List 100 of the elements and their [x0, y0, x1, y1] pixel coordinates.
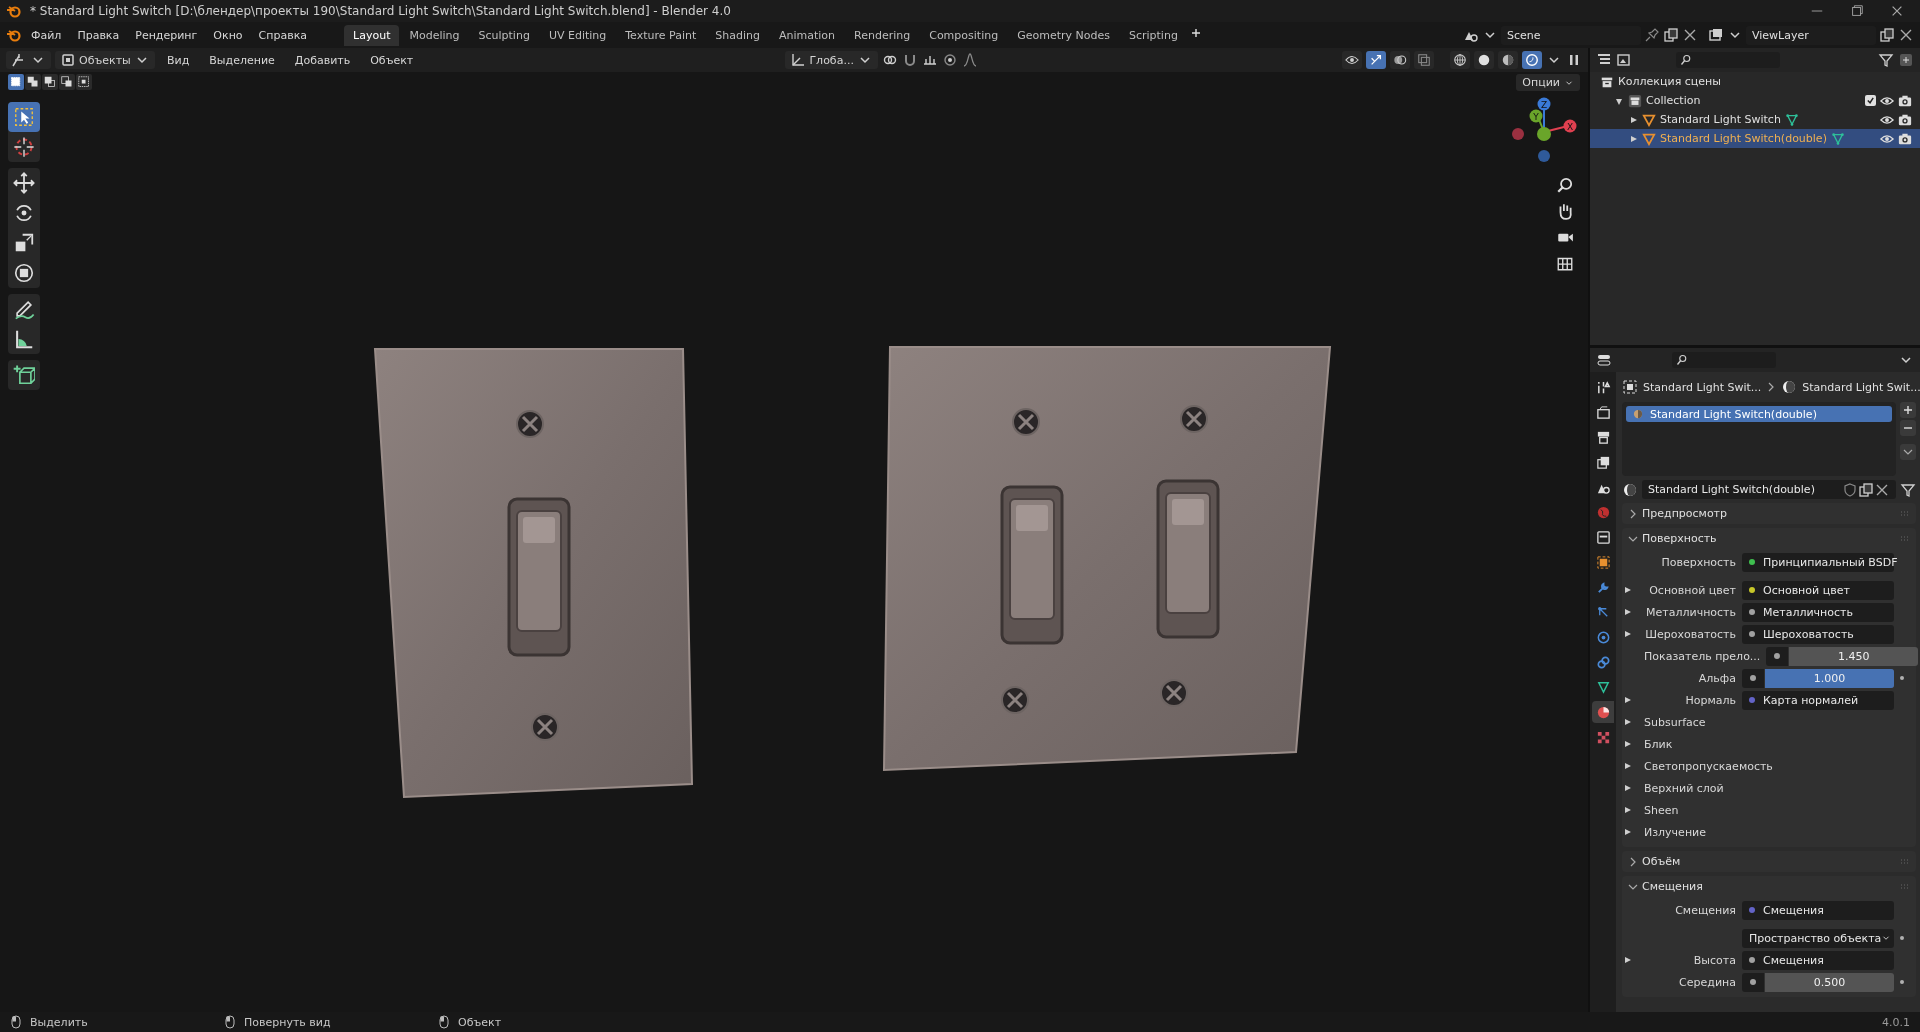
expand-arrow-icon[interactable] — [1622, 827, 1632, 837]
close-icon[interactable] — [1890, 4, 1904, 18]
overlay-toggle[interactable] — [1390, 51, 1410, 69]
search-field[interactable] — [1672, 352, 1776, 368]
panel-header[interactable]: Предпросмотр — [1622, 503, 1916, 524]
proportional-edit-icon[interactable] — [941, 52, 958, 68]
workspace-tab[interactable]: Animation — [769, 24, 845, 46]
menu-item[interactable]: Файл — [24, 25, 69, 45]
outliner-row[interactable]: Standard Light Switch — [1590, 110, 1920, 129]
subpanel-label[interactable]: Sheen — [1644, 803, 1916, 817]
menu-item[interactable]: Выделение — [201, 51, 283, 69]
selection-mode-button[interactable] — [42, 74, 58, 90]
camera-icon[interactable] — [1898, 93, 1912, 108]
socket-field[interactable]: Металличность — [1742, 602, 1894, 622]
falloff-curve-icon[interactable] — [961, 52, 978, 68]
expand-arrow-icon[interactable] — [1622, 955, 1632, 965]
link-type-icon[interactable] — [1900, 481, 1916, 498]
selection-mode-button[interactable] — [8, 74, 24, 90]
space-dropdown[interactable]: Пространство объекта — [1742, 928, 1894, 948]
close-icon[interactable] — [1898, 27, 1914, 43]
number-field[interactable]: 1.450 — [1789, 646, 1919, 666]
menu-item[interactable]: Рендеринг — [128, 25, 205, 45]
camera-icon[interactable] — [1898, 112, 1912, 127]
collapsed-arrow-icon[interactable] — [1628, 133, 1638, 144]
keyframe-dot[interactable] — [1900, 936, 1904, 940]
keyframe-dot[interactable] — [1900, 676, 1904, 680]
expand-arrow-icon[interactable] — [1622, 761, 1632, 771]
workspace-tab[interactable]: Scripting — [1119, 24, 1187, 46]
duplicate-icon[interactable] — [1879, 27, 1895, 43]
panel-header[interactable]: Объём — [1622, 851, 1916, 872]
keyframe-dot[interactable] — [1900, 980, 1904, 984]
shading-mode-button[interactable] — [1498, 51, 1518, 69]
socket-field[interactable]: Карта нормалей — [1742, 690, 1894, 710]
socket-field[interactable]: Основной цвет — [1742, 580, 1894, 600]
restore-icon[interactable] — [1850, 4, 1864, 18]
subpanel-label[interactable]: Subsurface — [1644, 715, 1916, 729]
subpanel-label[interactable]: Светопропускаемость — [1644, 759, 1916, 773]
socket-field[interactable]: Смещения — [1742, 900, 1894, 920]
navigation-gizmo-drawing[interactable]: X Y Z — [1508, 96, 1580, 168]
workspace-tab[interactable]: UV Editing — [539, 24, 616, 46]
editor-type-icon[interactable] — [1596, 352, 1612, 368]
panel-header[interactable]: Смещения — [1622, 876, 1916, 897]
workspace-tab[interactable]: Rendering — [845, 24, 920, 46]
expand-arrow-icon[interactable] — [1622, 805, 1632, 815]
material-browse-icon[interactable] — [1622, 481, 1638, 498]
options-dropdown[interactable]: Опции — [1516, 74, 1580, 91]
selection-mode-button[interactable] — [59, 74, 75, 90]
add-slot-button[interactable] — [1900, 402, 1916, 418]
mode-dropdown[interactable]: Объекты — [55, 51, 155, 69]
view-layer-icon[interactable] — [1708, 27, 1724, 43]
socket-field[interactable]: Смещения — [1742, 950, 1894, 970]
select-box-tool[interactable] — [8, 102, 40, 132]
menu-item[interactable]: Добавить — [286, 51, 359, 69]
filter-icon[interactable] — [1878, 52, 1894, 68]
menu-item[interactable]: Окно — [206, 25, 250, 45]
close-icon[interactable] — [1682, 27, 1698, 43]
workspace-tab[interactable]: Layout — [344, 24, 400, 46]
outliner-row[interactable]: Collection — [1590, 91, 1920, 110]
search-field[interactable] — [1676, 52, 1780, 68]
expand-arrow-icon[interactable] — [1622, 739, 1632, 749]
shading-mode-button[interactable] — [1522, 51, 1542, 69]
duplicate-icon[interactable] — [1858, 481, 1874, 498]
outliner-row[interactable]: Коллекция сцены — [1590, 72, 1920, 91]
breadcrumb-item[interactable]: Standard Light Swit... — [1802, 380, 1920, 394]
expand-arrow-icon[interactable] — [1622, 629, 1632, 639]
camera-icon[interactable] — [1898, 131, 1912, 146]
socket-button[interactable] — [1742, 972, 1764, 992]
shading-mode-button[interactable] — [1474, 51, 1494, 69]
menu-item[interactable]: Справка — [251, 25, 315, 45]
slot-menu-button[interactable] — [1900, 444, 1916, 460]
expand-arrow-icon[interactable] — [1622, 695, 1632, 705]
workspace-tab[interactable]: Sculpting — [469, 24, 539, 46]
workspace-tab[interactable]: Shading — [706, 24, 769, 46]
xray-toggle[interactable] — [1414, 51, 1434, 69]
subpanel-label[interactable]: Излучение — [1644, 825, 1916, 839]
expand-arrow-icon[interactable] — [1622, 607, 1632, 617]
material-tab[interactable] — [1592, 701, 1614, 723]
outliner-row[interactable]: Standard Light Switch(double) — [1590, 129, 1920, 148]
blender-menu-icon[interactable] — [6, 27, 22, 43]
workspace-tab[interactable]: Modeling — [400, 24, 469, 46]
breadcrumb-item[interactable]: Standard Light Swit... — [1643, 380, 1762, 394]
menu-item[interactable]: Вид — [159, 51, 198, 69]
slider-field[interactable]: 1.000 — [1765, 668, 1894, 688]
mesh-data-icon[interactable] — [1830, 131, 1845, 146]
duplicate-icon[interactable] — [1663, 27, 1679, 43]
remove-slot-button[interactable] — [1900, 420, 1916, 436]
shading-mode-button[interactable] — [1450, 51, 1470, 69]
new-collection-icon[interactable] — [1898, 52, 1914, 68]
menu-item[interactable]: Объект — [362, 51, 422, 69]
workspace-tab[interactable]: Texture Paint — [616, 24, 706, 46]
subpanel-label[interactable]: Верхний слой — [1644, 781, 1916, 795]
checkbox[interactable] — [1865, 95, 1876, 106]
editor-type-dropdown[interactable] — [6, 51, 51, 69]
zoom-icon[interactable] — [1556, 176, 1574, 194]
orientation-dropdown[interactable]: Глоба... — [785, 51, 878, 69]
expand-arrow-icon[interactable] — [1622, 717, 1632, 727]
panel-header[interactable]: Поверхность — [1622, 528, 1916, 549]
material-slot[interactable]: Standard Light Switch(double) — [1626, 406, 1892, 422]
expand-arrow-icon[interactable] — [1622, 783, 1632, 793]
number-field[interactable]: 0.500 — [1765, 972, 1894, 992]
